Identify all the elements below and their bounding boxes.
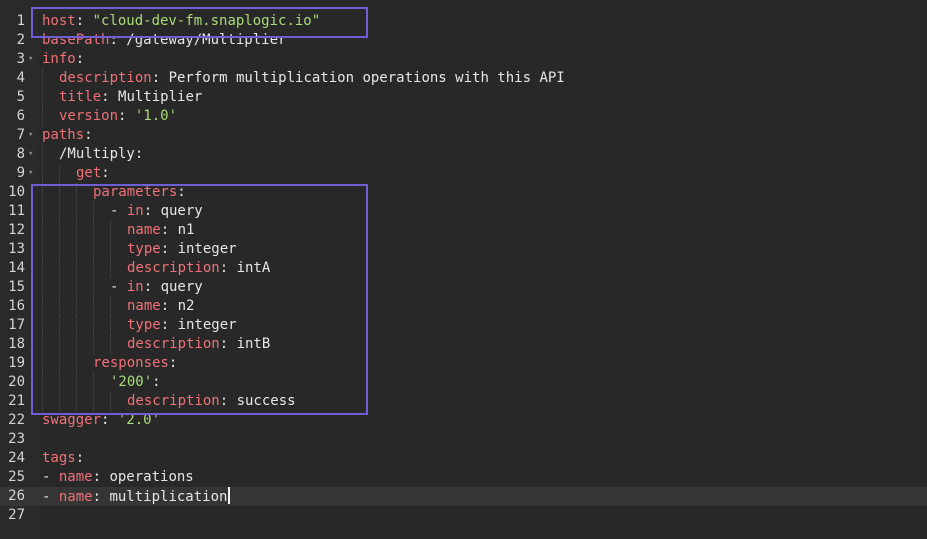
line-number: 10 — [8, 184, 25, 200]
line-number: 12 — [8, 222, 25, 238]
yaml-value: operations — [109, 469, 194, 485]
yaml-punctuation: : — [101, 89, 119, 105]
code-text[interactable]: get: — [42, 164, 110, 183]
indent-guide — [42, 107, 59, 126]
line-number: 20 — [8, 374, 25, 390]
indent-guide — [42, 145, 59, 164]
line-number: 1 — [16, 13, 25, 29]
fold-toggle-icon[interactable]: ▾ — [28, 126, 33, 145]
line-number: 5 — [16, 89, 25, 105]
line-number: 14 — [8, 260, 25, 276]
indent-guide — [59, 164, 76, 183]
code-line[interactable]: 23 — [0, 430, 927, 449]
code-text[interactable]: - name: operations — [42, 468, 194, 487]
code-line[interactable]: 8 ▾ /Multiply: — [0, 145, 927, 164]
line-number: 18 — [8, 336, 25, 352]
yaml-key: description — [59, 70, 152, 86]
line-number: 8 — [16, 146, 25, 162]
text-cursor — [228, 487, 231, 504]
line-number: 2 — [16, 32, 25, 48]
code-text[interactable]: /Multiply: — [42, 145, 143, 164]
yaml-value: /Multiply — [59, 146, 135, 162]
yaml-key: tags — [42, 450, 76, 466]
fold-toggle-icon[interactable]: ▾ — [28, 145, 33, 164]
line-number: 11 — [8, 203, 25, 219]
yaml-punctuation: : — [118, 108, 135, 124]
yaml-key: title — [59, 89, 102, 105]
line-number: 6 — [16, 108, 25, 124]
yaml-punctuation: - — [42, 469, 59, 485]
code-line[interactable]: 27 — [0, 506, 927, 525]
code-text[interactable]: title: Multiplier — [42, 88, 202, 107]
line-number: 19 — [8, 355, 25, 371]
yaml-key: name — [58, 469, 93, 485]
code-line[interactable]: 7 ▾ paths: — [0, 126, 927, 145]
yaml-value: multiplication — [109, 489, 228, 505]
line-number: 26 — [8, 488, 25, 504]
yaml-punctuation: : — [84, 127, 93, 143]
line-number: 24 — [8, 450, 25, 466]
yaml-punctuation: : — [75, 51, 85, 67]
code-text[interactable]: tags: — [42, 449, 84, 468]
code-text[interactable]: - name: multiplication — [42, 487, 231, 507]
line-number: 4 — [16, 70, 25, 86]
code-line[interactable]: 6 version: '1.0' — [0, 107, 927, 126]
line-number: 21 — [8, 393, 25, 409]
indent-guide — [42, 69, 59, 88]
code-line[interactable]: 24 tags: — [0, 449, 927, 468]
yaml-key: paths — [42, 127, 85, 143]
code-line[interactable]: 4 description: Perform multiplication ope… — [0, 69, 927, 88]
yaml-punctuation: : — [151, 70, 169, 86]
line-number: 22 — [8, 412, 25, 428]
indent-guide — [42, 88, 59, 107]
code-line[interactable]: 3 ▾ info: — [0, 50, 927, 69]
yaml-punctuation: : — [92, 489, 110, 505]
fold-toggle-icon[interactable]: ▾ — [28, 50, 33, 69]
host-highlight-box — [31, 7, 368, 38]
yaml-string: '1.0' — [134, 108, 178, 124]
code-line[interactable]: 26 - name: multiplication — [0, 487, 927, 506]
parameters-highlight-box — [31, 184, 368, 415]
line-number: 23 — [8, 431, 25, 447]
line-number: 16 — [8, 298, 25, 314]
code-text[interactable]: description: Perform multiplication oper… — [42, 69, 565, 88]
line-number: 17 — [8, 317, 25, 333]
line-number: 7 — [16, 127, 25, 143]
line-number: 13 — [8, 241, 25, 257]
yaml-punctuation: : — [75, 450, 85, 466]
code-text[interactable]: info: — [42, 50, 84, 69]
line-number: 27 — [8, 507, 25, 523]
code-editor[interactable]: 1 host: "cloud-dev-fm.snaplogic.io" 2 baseP… — [0, 0, 927, 539]
yaml-value: Perform multiplication operations with t… — [168, 70, 565, 86]
yaml-key: info — [42, 51, 76, 67]
yaml-key: version — [59, 108, 119, 124]
code-line[interactable]: 5 title: Multiplier — [0, 88, 927, 107]
line-number: 3 — [16, 51, 25, 67]
yaml-key: get — [76, 165, 102, 181]
code-text[interactable]: version: '1.0' — [42, 107, 177, 126]
fold-toggle-icon[interactable]: ▾ — [28, 164, 33, 183]
line-number: 15 — [8, 279, 25, 295]
line-number: 9 — [16, 165, 25, 181]
code-text[interactable]: paths: — [42, 126, 93, 145]
line-number: 25 — [8, 469, 25, 485]
yaml-key: name — [58, 489, 93, 505]
yaml-punctuation: : — [134, 146, 144, 162]
code-line[interactable]: 25 - name: operations — [0, 468, 927, 487]
yaml-punctuation: : — [92, 469, 110, 485]
indent-guide — [42, 164, 59, 183]
yaml-punctuation: - — [42, 489, 59, 505]
code-line[interactable]: 9 ▾ get: — [0, 164, 927, 183]
yaml-value: Multiplier — [118, 89, 203, 105]
yaml-punctuation: : — [101, 165, 110, 181]
